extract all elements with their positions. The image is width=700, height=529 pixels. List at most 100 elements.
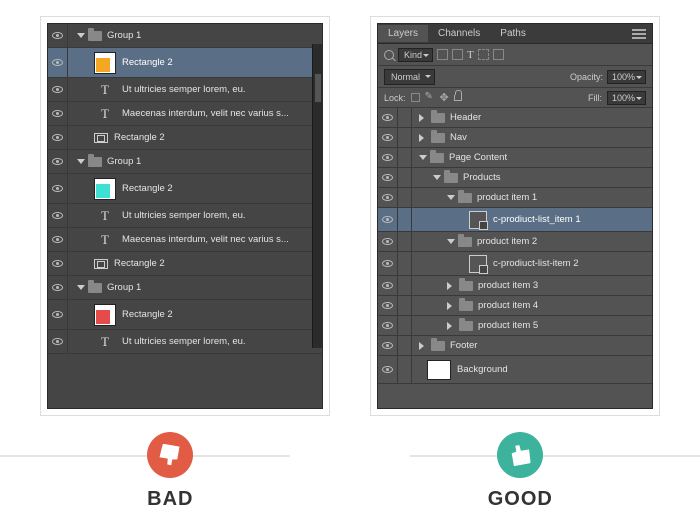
visibility-eye-icon[interactable] <box>382 154 393 161</box>
visibility-eye-icon[interactable] <box>382 260 393 267</box>
kind-dropdown[interactable]: Kind <box>398 48 433 62</box>
layer-row[interactable]: Products <box>378 168 652 188</box>
layer-row[interactable]: product item 4 <box>378 296 652 316</box>
disclosure-down-icon[interactable] <box>447 239 455 248</box>
lock-transparent-icon[interactable] <box>411 93 420 102</box>
visibility-eye-icon[interactable] <box>52 110 63 117</box>
layer-row[interactable]: product item 1 <box>378 188 652 208</box>
visibility-eye-icon[interactable] <box>382 194 393 201</box>
visibility-eye-icon[interactable] <box>52 32 63 39</box>
layer-name: Nav <box>450 132 652 143</box>
tab-channels[interactable]: Channels <box>428 25 490 42</box>
visibility-eye-icon[interactable] <box>52 311 63 318</box>
disclosure-down-icon[interactable] <box>419 155 427 164</box>
visibility-eye-icon[interactable] <box>52 338 63 345</box>
layer-row[interactable]: Header <box>378 108 652 128</box>
layer-row[interactable]: Nav <box>378 128 652 148</box>
visibility-eye-icon[interactable] <box>52 59 63 66</box>
visibility-eye-icon[interactable] <box>382 238 393 245</box>
layer-row[interactable]: c-prodiuct-list_item 1 <box>378 208 652 232</box>
folder-icon <box>459 281 473 291</box>
visibility-eye-icon[interactable] <box>52 185 63 192</box>
filter-adjust-icon[interactable] <box>452 49 463 60</box>
layer-row[interactable]: Background <box>378 356 652 384</box>
type-layer-icon: T <box>94 232 116 248</box>
layer-name: Page Content <box>449 152 652 163</box>
layer-row[interactable]: TUt ultricies semper lorem, eu. <box>48 78 322 102</box>
layer-row[interactable]: product item 3 <box>378 276 652 296</box>
layer-row[interactable]: c-prodiuct-list-item 2 <box>378 252 652 276</box>
visibility-eye-icon[interactable] <box>52 284 63 291</box>
shape-thumb-icon <box>94 178 116 200</box>
disclosure-right-icon[interactable] <box>447 302 456 310</box>
fill-value[interactable]: 100% <box>607 91 646 105</box>
layer-row[interactable]: product item 2 <box>378 232 652 252</box>
filter-smart-icon[interactable] <box>493 49 504 60</box>
layer-row[interactable]: TUt ultricies semper lorem, eu. <box>48 204 322 228</box>
layer-row[interactable]: TMaecenas interdum, velit nec varius s..… <box>48 228 322 252</box>
visibility-eye-icon[interactable] <box>52 158 63 165</box>
filter-type-icon[interactable]: T <box>467 49 474 61</box>
disclosure-right-icon[interactable] <box>419 114 428 122</box>
opacity-value[interactable]: 100% <box>607 70 646 84</box>
type-layer-icon: T <box>94 82 116 98</box>
visibility-eye-icon[interactable] <box>52 86 63 93</box>
disclosure-down-icon[interactable] <box>77 159 85 168</box>
blend-mode-dropdown[interactable]: Normal <box>384 69 435 85</box>
visibility-eye-icon[interactable] <box>52 134 63 141</box>
group-row[interactable]: Group 1 <box>48 276 322 300</box>
lock-position-icon[interactable]: ✥ <box>440 91 449 104</box>
tab-layers[interactable]: Layers <box>378 25 428 42</box>
disclosure-down-icon[interactable] <box>433 175 441 184</box>
visibility-eye-icon[interactable] <box>382 366 393 373</box>
group-row[interactable]: Group 1 <box>48 24 322 48</box>
lock-pixels-icon[interactable] <box>425 93 435 103</box>
visibility-eye-icon[interactable] <box>382 342 393 349</box>
type-layer-icon: T <box>94 334 116 350</box>
folder-icon <box>459 321 473 331</box>
disclosure-down-icon[interactable] <box>77 285 85 294</box>
bad-label: BAD <box>147 488 193 511</box>
layer-row[interactable]: TMaecenas interdum, velit nec varius s..… <box>48 102 322 126</box>
panel-menu-icon[interactable] <box>632 29 646 39</box>
layer-row[interactable]: Rectangle 2 <box>48 174 322 204</box>
layer-row[interactable]: product item 5 <box>378 316 652 336</box>
disclosure-down-icon[interactable] <box>447 195 455 204</box>
layer-row[interactable]: Rectangle 2 <box>48 252 322 276</box>
visibility-eye-icon[interactable] <box>382 282 393 289</box>
filter-pixel-icon[interactable] <box>437 49 448 60</box>
layer-row[interactable]: Rectangle 2 <box>48 48 322 78</box>
visibility-eye-icon[interactable] <box>382 134 393 141</box>
visibility-eye-icon[interactable] <box>52 236 63 243</box>
group-row[interactable]: Group 1 <box>48 150 322 174</box>
folder-icon <box>430 153 444 163</box>
visibility-eye-icon[interactable] <box>382 114 393 121</box>
layer-name: product item 5 <box>478 320 652 331</box>
disclosure-right-icon[interactable] <box>447 322 456 330</box>
disclosure-right-icon[interactable] <box>419 134 428 142</box>
bad-badge-column: BAD <box>147 432 193 511</box>
filter-shape-icon[interactable] <box>478 49 489 60</box>
visibility-eye-icon[interactable] <box>382 322 393 329</box>
visibility-eye-icon[interactable] <box>52 212 63 219</box>
layer-row[interactable]: Page Content <box>378 148 652 168</box>
lock-all-icon[interactable] <box>454 95 462 101</box>
visibility-eye-icon[interactable] <box>382 216 393 223</box>
visibility-eye-icon[interactable] <box>52 260 63 267</box>
smart-object-icon <box>469 255 487 273</box>
disclosure-down-icon[interactable] <box>77 33 85 42</box>
folder-icon <box>431 133 445 143</box>
panel-scrollbar[interactable] <box>312 44 322 348</box>
layer-name: Rectangle 2 <box>114 258 322 269</box>
folder-icon <box>444 173 458 183</box>
layer-name: Group 1 <box>107 282 322 293</box>
visibility-eye-icon[interactable] <box>382 302 393 309</box>
layer-row[interactable]: Rectangle 2 <box>48 126 322 150</box>
layer-row[interactable]: Rectangle 2 <box>48 300 322 330</box>
layer-row[interactable]: Footer <box>378 336 652 356</box>
layer-row[interactable]: TUt ultricies semper lorem, eu. <box>48 330 322 354</box>
disclosure-right-icon[interactable] <box>419 342 428 350</box>
visibility-eye-icon[interactable] <box>382 174 393 181</box>
tab-paths[interactable]: Paths <box>490 25 536 42</box>
disclosure-right-icon[interactable] <box>447 282 456 290</box>
